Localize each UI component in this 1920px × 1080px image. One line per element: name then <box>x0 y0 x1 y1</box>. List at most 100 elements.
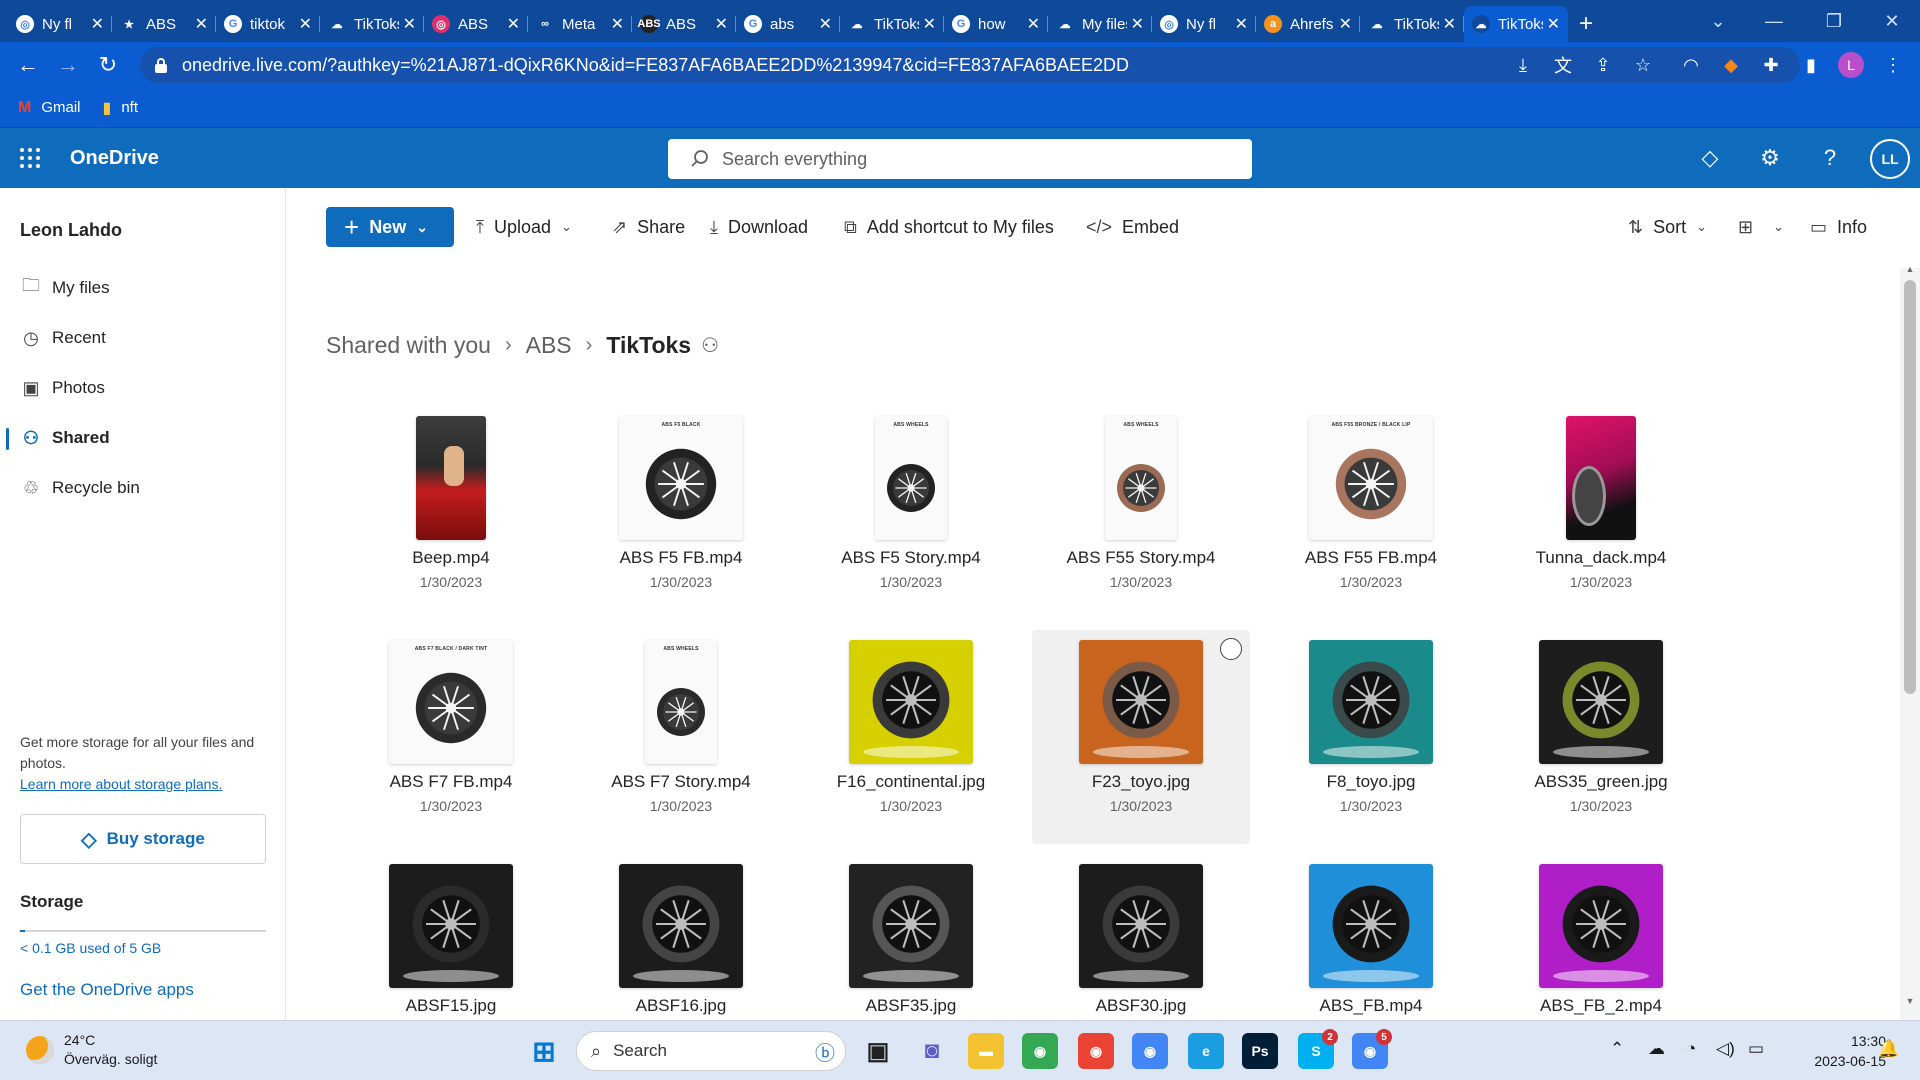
reload-button[interactable]: ↻ <box>88 45 128 85</box>
restore-button[interactable]: ❐ <box>1806 0 1862 42</box>
file-name[interactable]: ABSF15.jpg <box>342 996 560 1016</box>
file-name[interactable]: F23_toyo.jpg <box>1032 772 1250 792</box>
minimize-button[interactable]: — <box>1746 0 1802 42</box>
tab-close-icon[interactable]: ✕ <box>611 14 624 34</box>
skype-icon[interactable]: S2 <box>1298 1029 1338 1069</box>
photoshop-icon[interactable]: Ps <box>1242 1033 1278 1069</box>
info-button[interactable]: ▭ Info <box>1810 207 1867 247</box>
file-tile[interactable]: F16_continental.jpg 1/30/2023 <box>802 630 1020 844</box>
file-explorer-icon[interactable]: ▬ <box>968 1033 1004 1069</box>
tab-close-icon[interactable]: ✕ <box>91 14 104 34</box>
file-name[interactable]: ABS F55 FB.mp4 <box>1262 548 1480 568</box>
file-name[interactable]: ABS35_green.jpg <box>1492 772 1710 792</box>
premium-diamond-icon[interactable]: ◇ <box>1690 138 1730 178</box>
translate-icon[interactable]: 文 <box>1548 50 1578 80</box>
scroll-down-arrow-icon[interactable]: ▼ <box>1904 996 1916 1006</box>
browser-tab[interactable]: ★ ABS ✕ <box>112 6 216 42</box>
file-name[interactable]: ABS_FB_2.mp4 <box>1492 996 1710 1016</box>
share-button[interactable]: ⇗ Share <box>612 207 685 247</box>
volume-icon[interactable]: ◁) <box>1716 1039 1735 1059</box>
embed-button[interactable]: </> Embed <box>1086 207 1179 247</box>
chrome-icon[interactable]: ◉ <box>1132 1033 1168 1069</box>
chrome-icon[interactable]: ◉ 5 <box>1352 1029 1392 1069</box>
upload-button[interactable]: ⤒ Upload ⌄ <box>476 207 572 247</box>
browser-tab[interactable]: Ghow ✕ <box>944 6 1048 42</box>
taskbar-search-box[interactable]: ⌕ Search ⓑ <box>576 1031 846 1071</box>
breadcrumb-abs[interactable]: ABS <box>526 332 572 359</box>
browser-tab[interactable]: a Ahrefs ✕ <box>1256 6 1360 42</box>
tab-close-icon[interactable]: ✕ <box>403 14 416 34</box>
file-name[interactable]: F8_toyo.jpg <box>1262 772 1480 792</box>
notification-bell-icon[interactable]: 🔔 <box>1878 1039 1899 1059</box>
edge-icon[interactable]: e <box>1188 1033 1224 1069</box>
new-tab-button[interactable]: + <box>1568 6 1604 42</box>
weather-widget[interactable]: 24°C Överväg. soligt <box>26 1031 157 1069</box>
tab-close-icon[interactable]: ✕ <box>507 14 520 34</box>
chrome-icon[interactable]: ◉ <box>1022 1033 1058 1069</box>
view-options-button[interactable]: ⊞ ⌄ <box>1738 207 1784 247</box>
sidebar-item-recycle-bin[interactable]: ♲ Recycle bin <box>0 466 286 510</box>
tab-close-icon[interactable]: ✕ <box>819 14 832 34</box>
file-name[interactable]: F16_continental.jpg <box>802 772 1020 792</box>
browser-tab[interactable]: ☁ My files✕ <box>1048 6 1152 42</box>
account-avatar[interactable]: LL <box>1870 139 1910 179</box>
browser-tab[interactable]: ABS ABS ✕ <box>632 6 736 42</box>
chrome-icon[interactable]: ◉ <box>1078 1033 1114 1069</box>
get-apps-link[interactable]: Get the OneDrive apps <box>20 980 194 1000</box>
onedrive-tray-icon[interactable]: ☁ <box>1648 1039 1665 1059</box>
file-name[interactable]: ABS F5 Story.mp4 <box>802 548 1020 568</box>
file-tile[interactable]: Beep.mp4 1/30/2023 <box>342 406 560 620</box>
show-hidden-icons-chevron-icon[interactable]: ⌃ <box>1610 1039 1624 1059</box>
file-tile[interactable]: F23_toyo.jpg 1/30/2023 <box>1032 630 1250 844</box>
file-tile[interactable]: ABS F5 BLACK ABS F5 FB.mp4 1/30/2023 <box>572 406 790 620</box>
browser-tab[interactable]: ◎ Ny fl ✕ <box>8 6 112 42</box>
tab-close-icon[interactable]: ✕ <box>1443 14 1456 34</box>
file-name[interactable]: ABSF16.jpg <box>572 996 790 1016</box>
file-tile[interactable]: ABS F7 BLACK / DARK TINT ABS F7 FB.mp4 1/… <box>342 630 560 844</box>
file-tile[interactable]: ABS35_green.jpg 1/30/2023 <box>1492 630 1710 844</box>
back-button[interactable]: ← <box>8 45 48 85</box>
browser-tab[interactable]: ☁ TikToks✕ <box>1464 6 1568 42</box>
sidebar-item-my-files[interactable]: 🗀 My files <box>0 266 286 310</box>
file-tile[interactable]: ABS WHEELS ABS F7 Story.mp4 1/30/2023 <box>572 630 790 844</box>
tab-close-icon[interactable]: ✕ <box>195 14 208 34</box>
install-app-icon[interactable]: ⤓ <box>1508 50 1538 80</box>
tab-close-icon[interactable]: ✕ <box>1339 14 1352 34</box>
file-tile[interactable]: F8_toyo.jpg 1/30/2023 <box>1262 630 1480 844</box>
browser-tab[interactable]: ☁ TikToks✕ <box>840 6 944 42</box>
tab-close-icon[interactable]: ✕ <box>1547 14 1560 34</box>
browser-tab[interactable]: ☁ TikToks✕ <box>1360 6 1464 42</box>
file-name[interactable]: Beep.mp4 <box>342 548 560 568</box>
file-name[interactable]: ABS_FB.mp4 <box>1262 996 1480 1016</box>
file-tile[interactable]: ABS WHEELS ABS F55 Story.mp4 1/30/2023 <box>1032 406 1250 620</box>
sidebar-item-shared[interactable]: ⚇ Shared <box>0 416 286 460</box>
bookmark-star-icon[interactable]: ☆ <box>1628 50 1658 80</box>
metamask-extension-icon[interactable]: ◆ <box>1716 50 1746 80</box>
tab-close-icon[interactable]: ✕ <box>715 14 728 34</box>
tab-close-icon[interactable]: ✕ <box>923 14 936 34</box>
teams-chat-icon[interactable]: ◙ <box>914 1033 950 1069</box>
bookmark-gmail[interactable]: M Gmail <box>18 99 81 117</box>
storage-plans-link[interactable]: Learn more about storage plans. <box>20 774 270 795</box>
app-title[interactable]: OneDrive <box>70 147 159 170</box>
settings-gear-icon[interactable]: ⚙ <box>1750 138 1790 178</box>
file-name[interactable]: ABS F5 FB.mp4 <box>572 548 790 568</box>
extensions-puzzle-icon[interactable]: ✚ <box>1756 50 1786 80</box>
tab-close-icon[interactable]: ✕ <box>299 14 312 34</box>
file-tile[interactable]: ABS WHEELS ABS F5 Story.mp4 1/30/2023 <box>802 406 1020 620</box>
tab-close-icon[interactable]: ✕ <box>1235 14 1248 34</box>
forward-button[interactable]: → <box>48 45 88 85</box>
browser-tab[interactable]: Gabs ✕ <box>736 6 840 42</box>
file-name[interactable]: ABS F55 Story.mp4 <box>1032 548 1250 568</box>
storage-usage-text[interactable]: < 0.1 GB used of 5 GB <box>20 940 161 956</box>
search-input[interactable]: Search everything <box>668 139 1252 179</box>
close-window-button[interactable]: ✕ <box>1864 0 1920 42</box>
tab-close-icon[interactable]: ✕ <box>1027 14 1040 34</box>
browser-tab[interactable]: ☁ TikToks✕ <box>320 6 424 42</box>
file-name[interactable]: ABS F7 FB.mp4 <box>342 772 560 792</box>
add-shortcut-button[interactable]: ⧉ Add shortcut to My files <box>844 207 1054 247</box>
browser-tab[interactable]: ∞ Meta ✕ <box>528 6 632 42</box>
share-page-icon[interactable]: ⇪ <box>1588 50 1618 80</box>
sidebar-item-photos[interactable]: ▣ Photos <box>0 366 286 410</box>
file-tile[interactable]: ABS F55 BRONZE / BLACK LIP ABS F55 FB.mp… <box>1262 406 1480 620</box>
